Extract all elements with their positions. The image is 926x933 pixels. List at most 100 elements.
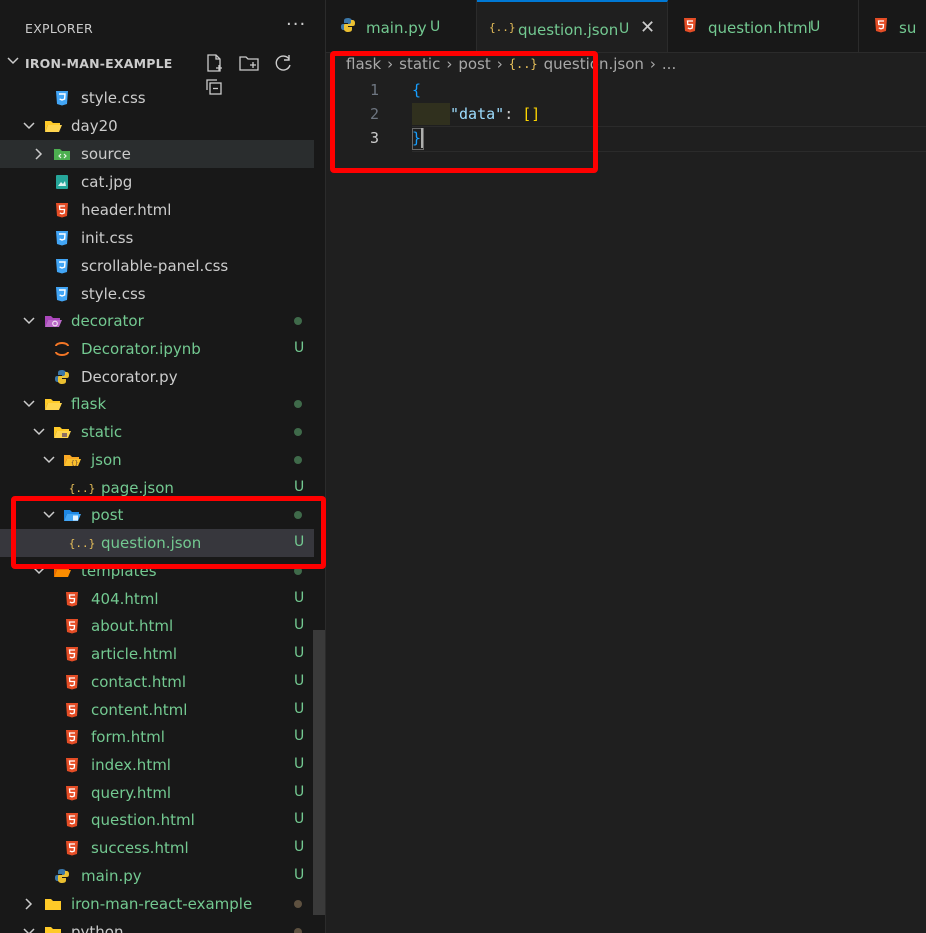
tree-item-label: init.css <box>81 229 134 247</box>
sidebar-scrollbar[interactable] <box>313 630 325 915</box>
folder-icon <box>44 895 62 913</box>
source-folder-icon <box>53 145 71 163</box>
tree-item-init-css[interactable]: init.css <box>0 224 314 252</box>
tree-item-day20[interactable]: day20 <box>0 112 314 140</box>
tree-item-query-html[interactable]: query.html U <box>0 779 314 807</box>
untracked-badge: U <box>294 784 305 800</box>
untracked-badge: U <box>294 340 305 356</box>
tree-item-success-html[interactable]: success.html U <box>0 834 314 862</box>
tree-item-label: scrollable-panel.css <box>81 257 229 275</box>
tree-item-decorator-py[interactable]: Decorator.py <box>0 363 314 391</box>
code-editor[interactable]: 1 { 2 "data": [] 3 } <box>326 76 926 933</box>
tree-item-question-html[interactable]: question.html U <box>0 806 314 834</box>
new-file-icon[interactable] <box>204 53 226 73</box>
project-name: IRON-MAN-EXAMPLE <box>25 56 173 71</box>
chevron-down-icon[interactable] <box>22 119 36 133</box>
editor-tabs: main.py U {..} question.json U ✕ question.html… <box>326 0 926 53</box>
html-file-icon <box>63 811 81 829</box>
status-dot <box>294 400 302 408</box>
explorer-title: EXPLORER <box>25 21 94 36</box>
untracked-badge: U <box>294 701 305 717</box>
tree-item-label: style.css <box>81 89 146 107</box>
tree-item-label: decorator <box>71 312 144 330</box>
tree-item-content-html[interactable]: content.html U <box>0 696 314 724</box>
decorator-folder-icon <box>44 312 62 330</box>
chevron-down-icon[interactable] <box>22 314 36 328</box>
folder-open-icon <box>44 395 62 413</box>
tree-item-label: contact.html <box>91 673 187 691</box>
tree-item-label: success.html <box>91 839 189 857</box>
tree-item-about-html[interactable]: about.html U <box>0 612 314 640</box>
tree-item-header-html[interactable]: header.html <box>0 196 314 224</box>
tree-item-article-html[interactable]: article.html U <box>0 640 314 668</box>
chevron-down-icon[interactable] <box>22 397 36 411</box>
css-file-icon <box>53 285 71 303</box>
tab-question-json[interactable]: {..} question.json U ✕ <box>477 0 668 52</box>
chevron-down-icon[interactable] <box>22 925 36 933</box>
status-dot <box>294 317 302 325</box>
tab-main-py[interactable]: main.py U <box>326 0 477 52</box>
tree-item-style-css[interactable]: style.css <box>0 280 314 308</box>
untracked-badge: U <box>619 21 630 37</box>
chevron-right-icon[interactable] <box>32 147 46 161</box>
tree-item-label: question.html <box>91 811 195 829</box>
tree-item-iron-man-react-example[interactable]: iron-man-react-example <box>0 890 314 918</box>
untracked-badge: U <box>294 590 305 606</box>
css-file-icon <box>53 257 71 275</box>
tree-item-decorator-ipynb[interactable]: Decorator.ipynb U <box>0 335 314 363</box>
tree-item-flask[interactable]: flask <box>0 390 314 418</box>
tree-item-label: source <box>81 145 131 163</box>
tree-item-cat-jpg[interactable]: cat.jpg <box>0 168 314 196</box>
untracked-badge: U <box>294 867 305 883</box>
explorer-header: EXPLORER ··· <box>0 0 325 56</box>
python-file-icon <box>53 867 71 885</box>
tree-item-static[interactable]: static <box>0 418 314 446</box>
close-icon[interactable]: ✕ <box>640 17 655 38</box>
tree-item-style-css[interactable]: style.css <box>0 84 314 112</box>
tree-item-json[interactable]: {} json <box>0 446 314 474</box>
more-actions-icon[interactable]: ··· <box>286 14 306 35</box>
tree-item-contact-html[interactable]: contact.html U <box>0 668 314 696</box>
tree-item-index-html[interactable]: index.html U <box>0 751 314 779</box>
tree-item-label: page.json <box>101 479 174 497</box>
chevron-right-icon: › <box>649 54 656 73</box>
new-folder-icon[interactable] <box>238 53 260 73</box>
untracked-badge: U <box>294 645 305 661</box>
tree-item-scrollable-panel-css[interactable]: scrollable-panel.css <box>0 252 314 280</box>
tree-item-python[interactable]: python <box>0 918 314 933</box>
html-file-icon <box>63 756 81 774</box>
tree-item-main-py[interactable]: main.py U <box>0 862 314 890</box>
tree-item-404-html[interactable]: 404.html U <box>0 585 314 613</box>
chevron-down-icon[interactable] <box>42 453 56 467</box>
tree-item-source[interactable]: source <box>0 140 314 168</box>
untracked-badge: U <box>294 839 305 855</box>
tree-item-label: article.html <box>91 645 177 663</box>
tab-label: question.json <box>518 21 619 39</box>
json-file-icon: {..} <box>68 481 96 495</box>
breadcrumb-more[interactable]: ... <box>662 55 676 73</box>
untracked-badge: U <box>294 673 305 689</box>
folder-icon <box>44 923 62 933</box>
tab-su[interactable]: su <box>859 0 926 52</box>
tree-item-label: header.html <box>81 201 172 219</box>
tree-item-label: Decorator.ipynb <box>81 340 201 358</box>
refresh-icon[interactable] <box>273 53 295 73</box>
explorer-sidebar: EXPLORER ··· IRON-MAN-EXAMPLE style.css d… <box>0 0 325 933</box>
tab-question-html[interactable]: question.html U <box>668 0 859 52</box>
python-file-icon <box>53 368 71 386</box>
project-root[interactable]: IRON-MAN-EXAMPLE <box>0 50 325 95</box>
html-file-icon <box>63 645 81 663</box>
html-file-icon <box>63 617 81 635</box>
tab-label: main.py <box>366 19 427 37</box>
html-file-icon <box>63 701 81 719</box>
tree-item-label: form.html <box>91 728 165 746</box>
untracked-badge: U <box>294 479 305 495</box>
chevron-down-icon[interactable] <box>32 425 46 439</box>
tree-item-label: python <box>71 923 124 933</box>
untracked-badge: U <box>294 811 305 827</box>
chevron-right-icon[interactable] <box>22 897 36 911</box>
tree-item-form-html[interactable]: form.html U <box>0 723 314 751</box>
html-file-icon <box>682 17 700 35</box>
tree-item-decorator[interactable]: decorator <box>0 307 314 335</box>
tree-item-label: 404.html <box>91 590 159 608</box>
